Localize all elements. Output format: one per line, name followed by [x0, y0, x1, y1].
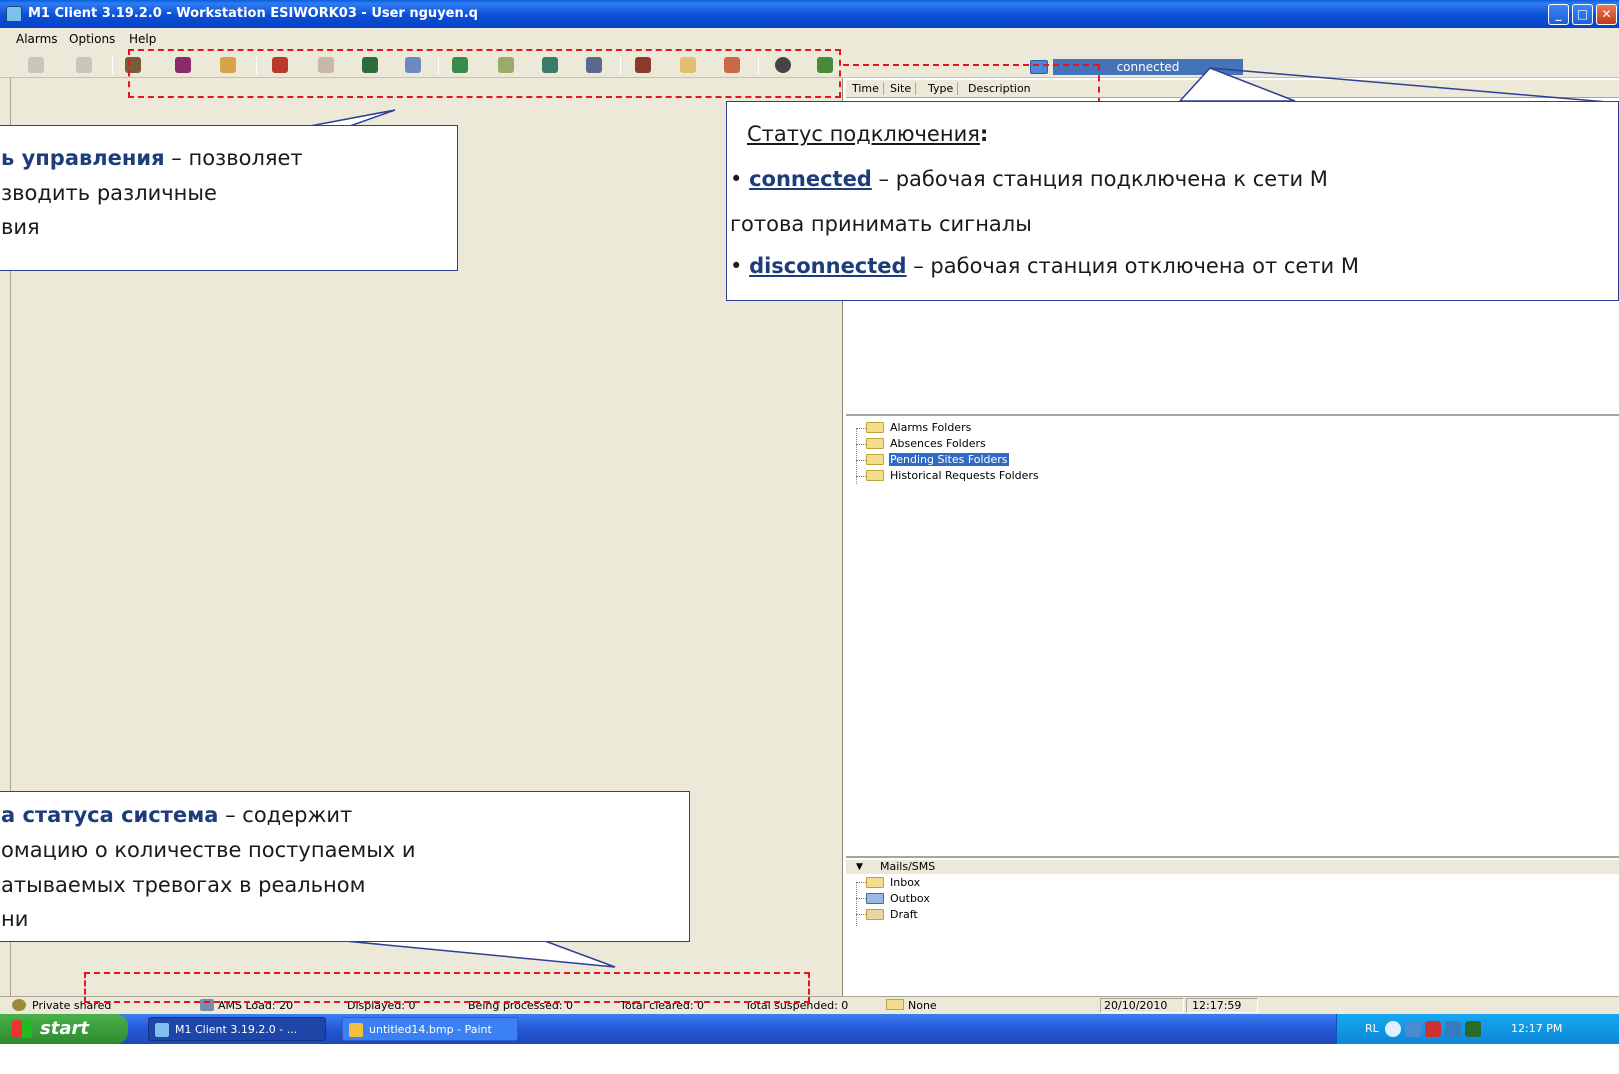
statusbar-callout-line-2: омацию о количестве поступаемых и — [1, 838, 416, 862]
mail-inbox[interactable]: Inbox — [866, 875, 921, 890]
status-callout-disconnected: • disconnected – рабочая станция отключе… — [730, 254, 1360, 278]
draft-icon — [866, 909, 884, 920]
tree-branch — [856, 882, 866, 883]
tree-branch — [856, 476, 866, 477]
tray-language[interactable]: RL — [1365, 1022, 1379, 1035]
connection-status-callout: Статус подключения: • connected – рабоча… — [726, 101, 1619, 301]
task-m1-client[interactable]: M1 Client 3.19.2.0 - ... — [148, 1017, 326, 1041]
toolbar-callout-line-2: зводить различные — [1, 181, 217, 205]
tool-disabled-1-icon[interactable] — [28, 57, 44, 73]
connection-highlight-line — [843, 64, 1099, 66]
status-filter: None — [908, 999, 937, 1012]
connection-status: connected — [1053, 59, 1243, 75]
close-button[interactable]: ✕ — [1596, 4, 1617, 25]
tray-network-icon[interactable] — [1405, 1021, 1421, 1037]
tree-branch — [856, 444, 866, 445]
collapse-arrow-icon[interactable]: ▼ — [856, 860, 863, 874]
folder-alarms[interactable]: Alarms Folders — [866, 420, 972, 435]
statusbar-callout-line-4: ни — [1, 907, 29, 931]
folder-icon — [866, 454, 884, 465]
folder-icon — [866, 438, 884, 449]
folder-absences[interactable]: Absences Folders — [866, 436, 987, 451]
status-time: 12:17:59 — [1192, 999, 1242, 1012]
folder-icon — [886, 999, 904, 1010]
connected-term: connected — [749, 167, 872, 191]
mail-pane: Inbox Outbox Draft — [846, 860, 1619, 996]
status-date: 20/10/2010 — [1104, 999, 1168, 1012]
folders-tree: Alarms Folders Absences Folders Pending … — [846, 418, 1619, 858]
system-tray: RL 12:17 PM — [1336, 1014, 1619, 1044]
menu-help[interactable]: Help — [129, 32, 156, 46]
status-callout-connected: • connected – рабочая станция подключена… — [730, 167, 1328, 191]
column-site[interactable]: Site — [886, 82, 917, 95]
statusbar-callout-rest: – содержит — [218, 803, 353, 827]
mail-header-label: Mails/SMS — [880, 860, 936, 873]
folder-icon — [866, 470, 884, 481]
status-callout-title: Статус подключения: — [747, 118, 988, 151]
m1-app-icon — [155, 1023, 169, 1037]
disconnected-term: disconnected — [749, 254, 907, 278]
menu-alarms[interactable]: Alarms — [16, 32, 58, 46]
tree-branch — [856, 898, 866, 899]
task-paint[interactable]: untitled14.bmp - Paint — [342, 1017, 518, 1041]
statusbar-callout-term: а статуса система — [1, 803, 219, 827]
statusbar-highlight — [84, 972, 810, 1003]
tree-branch — [856, 460, 866, 461]
menu-bar: Alarms Options Help — [0, 28, 1619, 50]
tray-expand-icon[interactable] — [1385, 1021, 1401, 1037]
window-title-bar[interactable]: M1 Client 3.19.2.0 - Workstation ESIWORK… — [0, 0, 1619, 28]
tray-app-icon[interactable] — [1465, 1021, 1481, 1037]
toolbar-callout-term: ь управления — [1, 146, 165, 170]
tray-antivirus-icon[interactable] — [1425, 1021, 1441, 1037]
toolbar-separator — [112, 56, 113, 74]
connected-desc: – рабочая станция подключена к сети М — [871, 167, 1328, 191]
folder-pending-sites[interactable]: Pending Sites Folders — [866, 452, 1009, 467]
tray-clock: 12:17 PM — [1511, 1022, 1563, 1035]
taskbar: start M1 Client 3.19.2.0 - ... untitled1… — [0, 1014, 1619, 1044]
toolbar-callout-line-3: вия — [1, 215, 40, 239]
window-title: M1 Client 3.19.2.0 - Workstation ESIWORK… — [28, 6, 478, 21]
tree-branch — [856, 428, 866, 429]
toolbar-callout: ь управления – позволяет зводить различн… — [0, 125, 458, 271]
column-description[interactable]: Description — [964, 82, 1035, 95]
toolbar-highlight — [128, 49, 841, 98]
connection-icon — [1030, 60, 1048, 74]
statusbar-callout-line-3: атываемых тревогах в реальном — [1, 873, 366, 897]
tool-disabled-2-icon[interactable] — [76, 57, 92, 73]
status-callout-title-text: Статус подключения — [747, 122, 980, 146]
toolbar-callout-rest: – позволяет — [164, 146, 303, 170]
shared-icon — [12, 999, 26, 1011]
task-label: M1 Client 3.19.2.0 - ... — [175, 1023, 298, 1036]
paint-icon — [349, 1023, 363, 1037]
alarm-list-header: Time Site Type Description — [846, 80, 1619, 98]
status-callout-connected-line-2: готова принимать сигналы — [730, 212, 1032, 236]
toolbar-callout-line-1: ь управления – позволяет — [1, 142, 303, 175]
connection-highlight-tick — [1098, 64, 1100, 104]
disconnected-desc: – рабочая станция отключена от сети М — [906, 254, 1360, 278]
minimize-button[interactable]: _ — [1548, 4, 1569, 25]
task-label: untitled14.bmp - Paint — [369, 1023, 492, 1036]
app-icon — [6, 6, 22, 22]
tree-branch — [856, 914, 866, 915]
start-label: start — [40, 1018, 89, 1039]
statusbar-callout: а статуса система – содержит омацию о ко… — [0, 791, 690, 942]
folder-historical-requests[interactable]: Historical Requests Folders — [866, 468, 1040, 483]
outbox-icon — [866, 893, 884, 904]
mail-header[interactable]: ▼ Mails/SMS — [846, 860, 1619, 874]
folder-icon — [866, 422, 884, 433]
maximize-button[interactable]: □ — [1572, 4, 1593, 25]
windows-logo-icon — [12, 1020, 32, 1038]
mail-draft[interactable]: Draft — [866, 907, 919, 922]
tray-monitor-icon[interactable] — [1445, 1021, 1461, 1037]
inbox-icon — [866, 877, 884, 888]
tree-line — [856, 882, 857, 926]
column-type[interactable]: Type — [924, 82, 959, 95]
menu-options[interactable]: Options — [69, 32, 115, 46]
mail-outbox[interactable]: Outbox — [866, 891, 931, 906]
column-time[interactable]: Time — [848, 82, 884, 95]
statusbar-callout-line-1: а статуса система – содержит — [1, 799, 352, 832]
status-callout-title-colon: : — [979, 122, 989, 146]
